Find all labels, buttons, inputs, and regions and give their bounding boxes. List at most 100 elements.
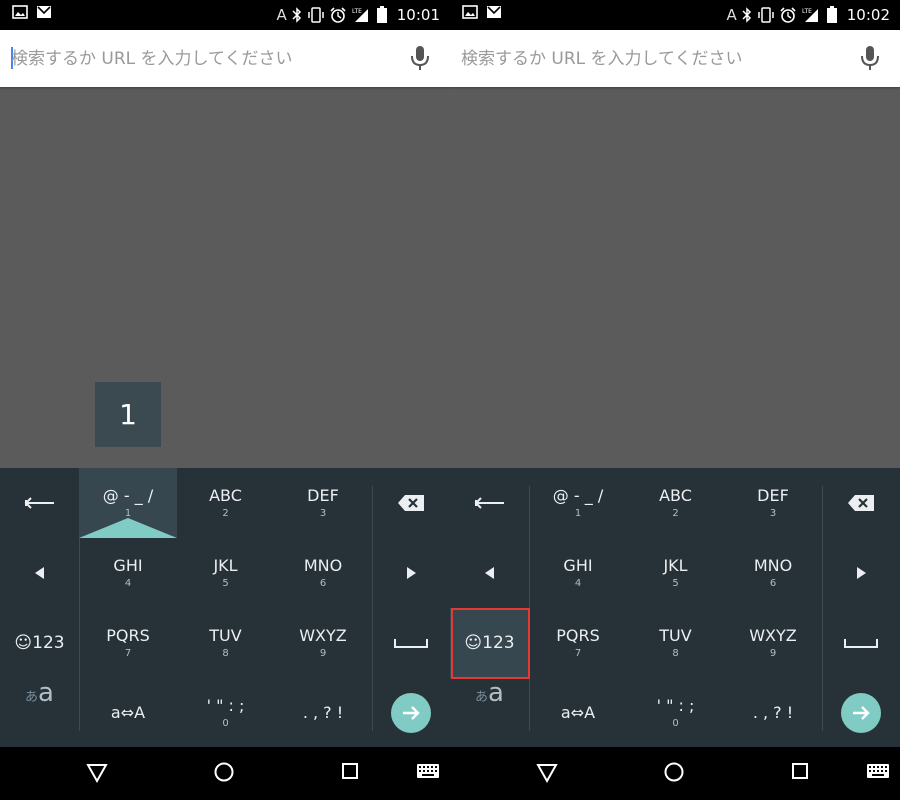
phone-screen-left: A LTE 10:01 検索するか URL を入力してください 1 ☺123 あ… [0,0,450,800]
key-9-wxyz[interactable]: WXYZ 9 [274,608,372,678]
key-0-quotes[interactable]: ' " : ; 0 [177,678,274,747]
bluetooth-icon [292,7,302,23]
microphone-icon[interactable] [858,43,882,73]
cursor-left-key[interactable] [0,538,79,608]
triangle-left-icon [34,567,44,579]
phone-screen-right: A LTE 10:02 検索するか URL を入力してください ☺123 あ a… [450,0,900,800]
key-label: @ - _ / [552,486,604,505]
recents-button[interactable] [790,761,810,781]
url-search-input[interactable] [11,47,381,71]
backspace-icon [848,495,874,511]
keyboard-icon [867,764,889,778]
battery-icon [376,6,388,24]
key-preview-popup: 1 [95,382,161,447]
undo-key[interactable] [0,468,79,538]
cursor-right-key[interactable] [822,538,900,608]
undo-key[interactable] [450,468,529,538]
key-5-jkl[interactable]: JKL 5 [627,538,724,608]
key-digit-label: 9 [319,648,327,659]
ime-indicator: A [276,6,287,24]
recents-button[interactable] [340,761,360,781]
key-8-tuv[interactable]: TUV 8 [627,608,724,678]
key-label: WXYZ [299,626,347,645]
flick-guide-triangle [79,518,177,538]
key-4-ghi[interactable]: GHI 4 [79,538,177,608]
key-label: MNO [753,556,793,575]
key-label: @ - _ / [102,486,154,505]
input-mode-key[interactable]: あ a [450,678,529,747]
kana-small-label: あ [25,690,39,705]
key-digit-label: 6 [769,578,777,589]
emoji-number-key[interactable]: ☺123 [0,608,79,678]
key-label: PQRS [556,626,600,645]
highlight-box [451,608,530,679]
key-label: GHI [113,556,143,575]
space-icon [394,639,428,648]
keyboard-switch-button[interactable] [866,763,890,781]
key-digit-label: 2 [222,508,229,519]
key-digit-label: 0 [222,717,229,729]
key-1-symbols[interactable]: @ - _ / 1 [529,468,627,538]
ten-key-keyboard: ☺123 あ a @ - _ / 1 ABC 2 DEF 3 GHI 4 JKL… [450,468,900,747]
url-search-input[interactable] [461,47,831,71]
keyboard-switch-button[interactable] [416,763,440,781]
key-6-mno[interactable]: MNO 6 [724,538,822,608]
lte-signal-icon: LTE [801,7,821,23]
home-button[interactable] [213,761,235,783]
key-label: PQRS [106,626,150,645]
clock-time: 10:01 [396,6,440,24]
key-digit-label: 7 [574,648,582,659]
cursor-left-key[interactable] [450,538,529,608]
key-4-ghi[interactable]: GHI 4 [529,538,627,608]
kana-small-label: あ [475,690,489,705]
vibrate-icon [307,7,325,23]
key-label: TUV [659,626,692,645]
backspace-key[interactable] [372,468,450,538]
key-3-def[interactable]: DEF 3 [274,468,372,538]
key-7-pqrs[interactable]: PQRS 7 [79,608,177,678]
enter-button [841,692,881,733]
enter-key[interactable] [822,678,900,747]
space-key[interactable] [372,608,450,678]
case-toggle-key[interactable]: a⇔A [79,678,177,747]
navigation-bar [450,747,900,800]
vibrate-icon [757,7,775,23]
gmail-notification-icon [36,5,52,19]
key-2-abc[interactable]: ABC 2 [627,468,724,538]
back-triangle-icon [86,764,108,783]
space-key[interactable] [822,608,900,678]
key-2-abc[interactable]: ABC 2 [177,468,274,538]
back-button[interactable] [86,761,108,783]
backspace-key[interactable] [822,468,900,538]
key-label: a⇔A [560,702,596,722]
case-toggle-key[interactable]: a⇔A [529,678,627,747]
ime-indicator: A [726,6,737,24]
key-digit-label: 5 [672,578,679,589]
microphone-icon[interactable] [408,43,432,73]
key-0-quotes[interactable]: ' " : ; 0 [627,678,724,747]
backspace-icon [398,495,424,511]
key-6-mno[interactable]: MNO 6 [274,538,372,608]
key-3-def[interactable]: DEF 3 [724,468,822,538]
key-label: TUV [209,626,242,645]
back-button[interactable] [536,761,558,783]
key-8-tuv[interactable]: TUV 8 [177,608,274,678]
input-mode-key[interactable]: あ a [0,678,79,747]
punctuation-key[interactable]: . , ? ! [724,678,822,747]
punctuation-key[interactable]: . , ? ! [274,678,372,747]
key-label: JKL [213,556,238,575]
key-digit-label: 6 [319,578,327,589]
key-7-pqrs[interactable]: PQRS 7 [529,608,627,678]
key-label: MNO [303,556,343,575]
undo-arrow-icon [474,497,504,509]
key-5-jkl[interactable]: JKL 5 [177,538,274,608]
key-label: ☺123 [14,633,65,653]
key-label: DEF [307,486,339,505]
cursor-right-key[interactable] [372,538,450,608]
key-digit-label: 7 [124,648,132,659]
status-bar: A LTE 10:02 [450,0,900,30]
alarm-icon [780,7,796,23]
home-button[interactable] [663,761,685,783]
key-9-wxyz[interactable]: WXYZ 9 [724,608,822,678]
enter-key[interactable] [372,678,450,747]
